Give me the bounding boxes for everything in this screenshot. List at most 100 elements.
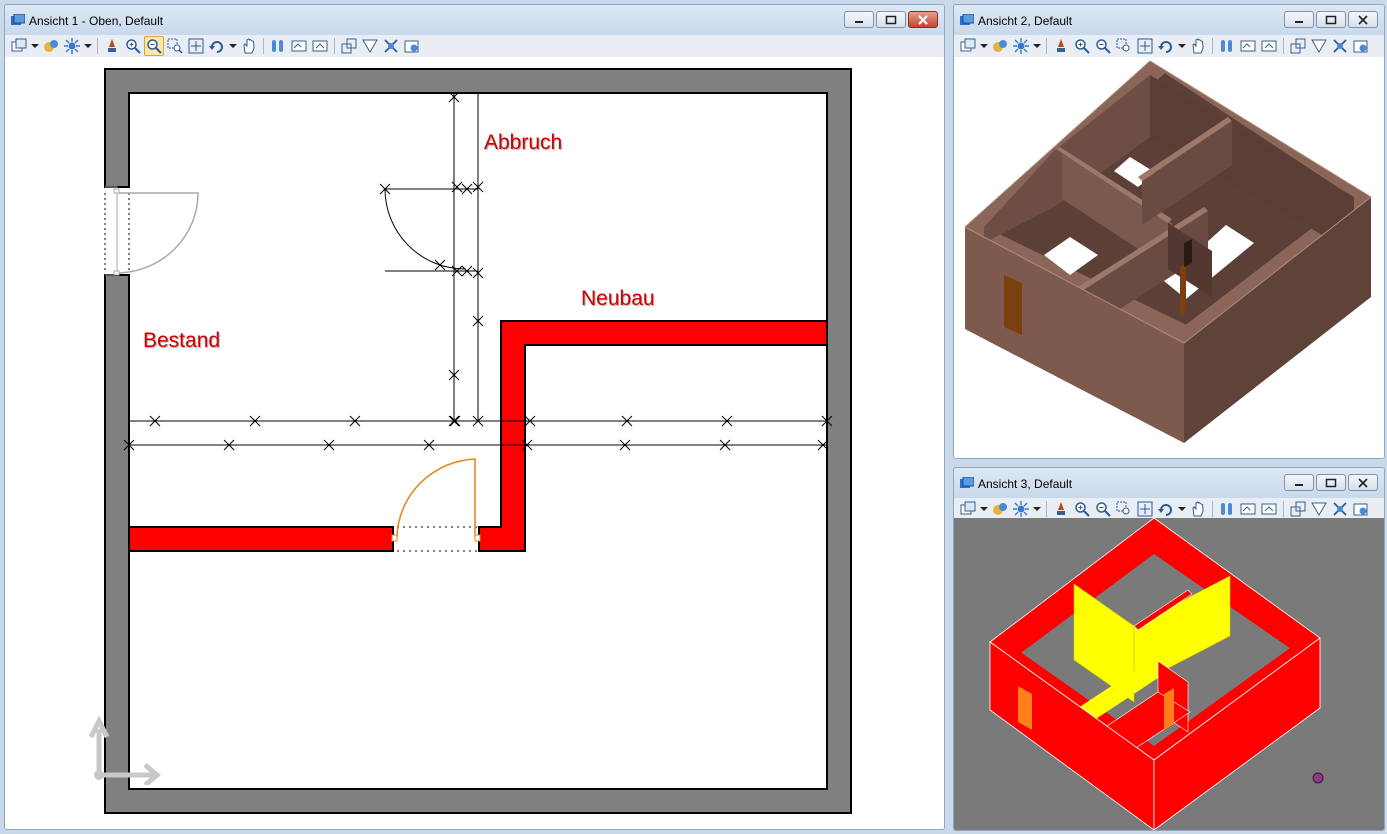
camera-button[interactable] [1330, 499, 1350, 519]
update-view-button[interactable] [1051, 499, 1071, 519]
rotate-view-icon [209, 41, 223, 53]
view-groups-button[interactable] [958, 499, 978, 519]
view-groups-icon [960, 38, 976, 52]
window-area-button[interactable] [1114, 36, 1134, 56]
view-groups-button[interactable] [9, 36, 29, 56]
camera-button[interactable] [381, 36, 401, 56]
window-area-button[interactable] [165, 36, 185, 56]
minimize-button[interactable] [1284, 474, 1314, 491]
zoom-out-button[interactable] [1093, 36, 1113, 56]
dropdown-arrow[interactable] [83, 36, 93, 56]
fit-view-button[interactable] [186, 36, 206, 56]
view-previous-button[interactable] [1217, 499, 1237, 519]
view-window-3: Ansicht 3, Default [953, 467, 1385, 831]
view-groups-icon [11, 38, 27, 52]
copy-view-button[interactable] [1259, 499, 1279, 519]
view-toolbar [954, 35, 1384, 57]
view-attributes-button[interactable] [1351, 36, 1371, 56]
zoom-in-button[interactable] [123, 36, 143, 56]
minimize-icon [1295, 20, 1303, 23]
window-area-button[interactable] [1114, 499, 1134, 519]
zoom-in-icon [126, 39, 141, 54]
close-button[interactable] [1348, 474, 1378, 491]
camera-icon [1333, 39, 1347, 53]
rotate-view-button[interactable] [1156, 36, 1176, 56]
dropdown-arrow[interactable] [979, 36, 989, 56]
display-style-button[interactable] [990, 36, 1010, 56]
titlebar[interactable]: Ansicht 3, Default [954, 468, 1384, 498]
clip-mask-button[interactable] [1309, 36, 1329, 56]
view-attributes-button[interactable] [402, 36, 422, 56]
zoom-out-icon [147, 39, 162, 54]
view-window-icon [960, 477, 974, 488]
clip-volume-button[interactable] [339, 36, 359, 56]
maximize-button[interactable] [1316, 11, 1346, 28]
titlebar[interactable]: Ansicht 1 - Oben, Default [5, 5, 944, 35]
zoom-in-button[interactable] [1072, 36, 1092, 56]
dropdown-arrow[interactable] [30, 36, 40, 56]
view-next-button[interactable] [1238, 36, 1258, 56]
plan-viewport[interactable]: Abbruch Neubau Bestand [5, 57, 944, 829]
pan-view-button[interactable] [239, 36, 259, 56]
3d-viewport-color[interactable] [954, 518, 1384, 830]
display-style-button[interactable] [41, 36, 61, 56]
dropdown-arrow[interactable] [1032, 499, 1042, 519]
copy-view-button[interactable] [1259, 36, 1279, 56]
lights-button[interactable] [62, 36, 82, 56]
rotate-view-button[interactable] [207, 36, 227, 56]
camera-button[interactable] [1330, 36, 1350, 56]
view-window-icon [11, 14, 25, 25]
clip-mask-button[interactable] [360, 36, 380, 56]
maximize-button[interactable] [876, 11, 906, 28]
lights-button[interactable] [1011, 36, 1031, 56]
fit-view-button[interactable] [1135, 499, 1155, 519]
view-next-button[interactable] [289, 36, 309, 56]
dropdown-arrow[interactable] [228, 36, 238, 56]
view-next-button[interactable] [1238, 499, 1258, 519]
maximize-button[interactable] [1316, 474, 1346, 491]
zoom-out-button[interactable] [144, 36, 164, 56]
view-groups-button[interactable] [958, 36, 978, 56]
zoom-in-icon [1075, 39, 1090, 54]
chevron-down-icon [31, 44, 39, 48]
fit-view-button[interactable] [1135, 36, 1155, 56]
minimize-button[interactable] [1284, 11, 1314, 28]
clip-volume-icon [1290, 501, 1306, 517]
display-style-button[interactable] [990, 499, 1010, 519]
3d-model-color [989, 518, 1324, 830]
pan-view-button[interactable] [1188, 499, 1208, 519]
dropdown-arrow[interactable] [1177, 36, 1187, 56]
3d-viewport-brown[interactable] [954, 57, 1384, 458]
pan-view-button[interactable] [1188, 36, 1208, 56]
clip-volume-button[interactable] [1288, 499, 1308, 519]
copy-view-icon [1261, 40, 1277, 52]
chevron-down-icon [229, 44, 237, 48]
zoom-out-button[interactable] [1093, 499, 1113, 519]
view-window-1: Ansicht 1 - Oben, Default Abbruch Neubau… [4, 4, 945, 830]
lights-icon [64, 38, 80, 54]
copy-view-button[interactable] [310, 36, 330, 56]
rotate-view-button[interactable] [1156, 499, 1176, 519]
clip-mask-icon [1311, 502, 1327, 516]
view-previous-button[interactable] [1217, 36, 1237, 56]
fit-view-icon [1137, 38, 1153, 54]
maximize-icon [885, 15, 897, 24]
view-previous-button[interactable] [268, 36, 288, 56]
close-button[interactable] [908, 11, 938, 28]
titlebar[interactable]: Ansicht 2, Default [954, 5, 1384, 35]
pan-view-icon [1192, 38, 1204, 54]
zoom-in-button[interactable] [1072, 499, 1092, 519]
dropdown-arrow[interactable] [1177, 499, 1187, 519]
clip-mask-button[interactable] [1309, 499, 1329, 519]
close-button[interactable] [1348, 11, 1378, 28]
update-view-button[interactable] [1051, 36, 1071, 56]
rotate-view-icon [1158, 41, 1172, 53]
clip-volume-button[interactable] [1288, 36, 1308, 56]
minimize-button[interactable] [844, 11, 874, 28]
dropdown-arrow[interactable] [1032, 36, 1042, 56]
3d-model-brown [964, 60, 1372, 443]
lights-button[interactable] [1011, 499, 1031, 519]
view-attributes-button[interactable] [1351, 499, 1371, 519]
dropdown-arrow[interactable] [979, 499, 989, 519]
update-view-button[interactable] [102, 36, 122, 56]
